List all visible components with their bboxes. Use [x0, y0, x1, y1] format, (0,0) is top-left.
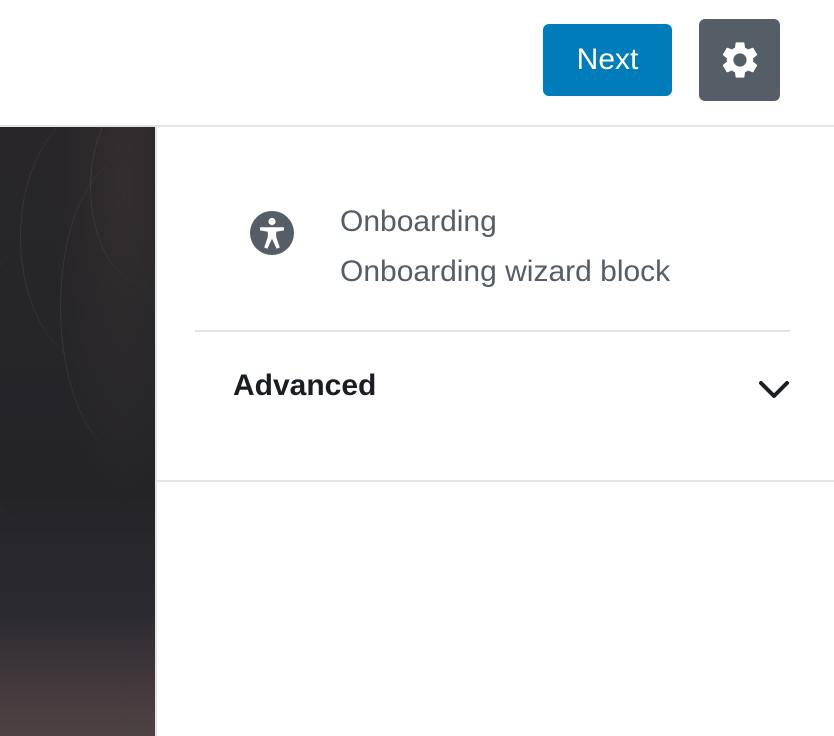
block-description: Onboarding wizard block [340, 255, 671, 288]
editor-canvas-image [0, 127, 155, 736]
advanced-panel: Advanced [157, 332, 834, 482]
settings-button[interactable] [699, 19, 780, 101]
advanced-panel-toggle[interactable]: Advanced [195, 332, 790, 444]
settings-sidebar: Onboarding Onboarding wizard block Advan… [155, 127, 834, 736]
advanced-panel-label: Advanced [233, 369, 377, 402]
gear-icon [722, 42, 757, 78]
next-button-label: Next [576, 43, 639, 76]
next-button[interactable]: Next [543, 24, 672, 96]
chevron-down-icon [759, 381, 789, 398]
block-card: Onboarding Onboarding wizard block [157, 127, 834, 331]
accessibility-icon [250, 211, 294, 255]
block-title: Onboarding [340, 205, 497, 238]
editor-header: Next [0, 0, 834, 127]
